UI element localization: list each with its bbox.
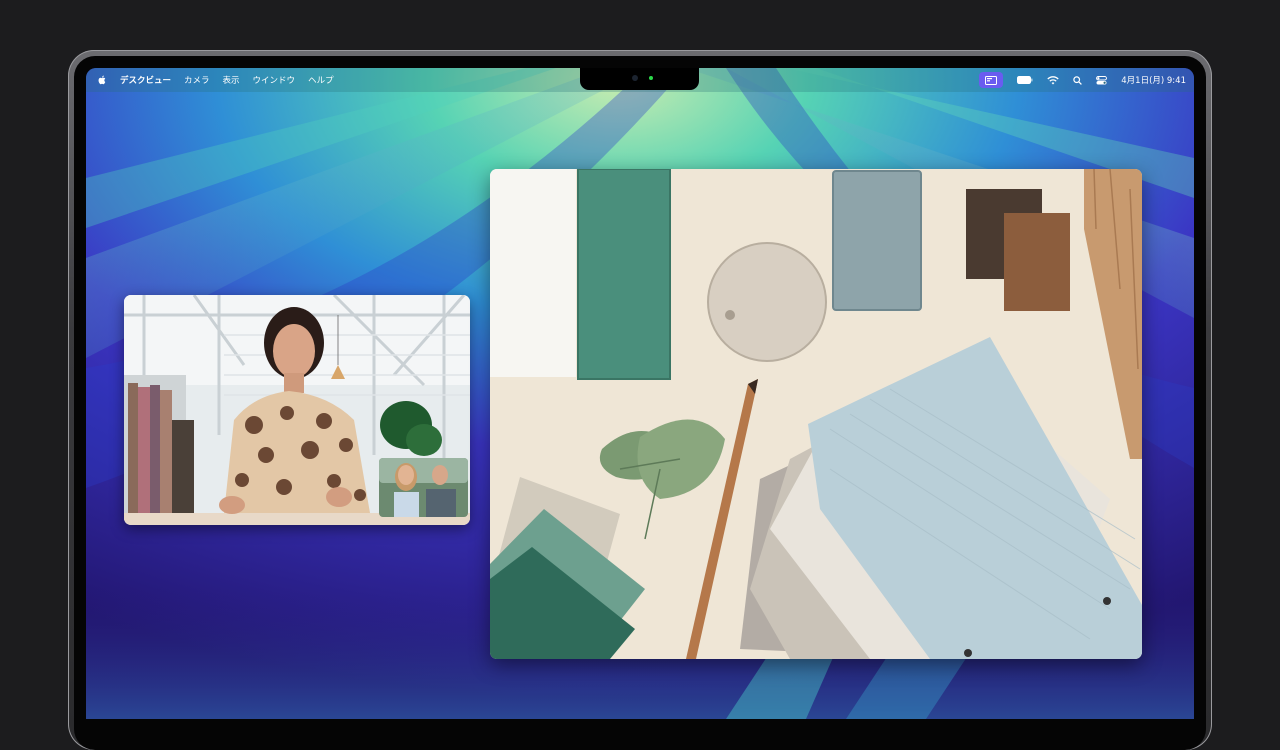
facetime-video-feed [124,295,470,525]
control-center-icon[interactable] [1096,75,1108,85]
camera-active-indicator [649,76,653,80]
search-icon[interactable] [1073,75,1083,85]
desktop-screen: デスクビュー カメラ 表示 ウインドウ ヘルプ 4月1日(月) 9:41 [86,68,1194,719]
menu-help[interactable]: ヘルプ [308,74,334,86]
menu-camera[interactable]: カメラ [184,74,210,86]
menu-window[interactable]: ウインドウ [253,74,296,86]
app-menu-deskview[interactable]: デスクビュー [120,74,171,86]
battery-icon[interactable] [1017,76,1033,84]
wifi-icon[interactable] [1047,75,1059,85]
desk-view-window[interactable] [490,169,1142,659]
camera-lens [632,75,638,81]
clock-text[interactable]: 4月1日(月) 9:41 [1121,74,1186,86]
facetime-video-window[interactable] [124,295,470,525]
apple-icon[interactable] [98,75,107,85]
desk-view-feed [490,169,1142,659]
desk-view-icon[interactable] [979,72,1004,88]
camera-notch [580,68,699,90]
menu-view[interactable]: 表示 [223,74,240,86]
